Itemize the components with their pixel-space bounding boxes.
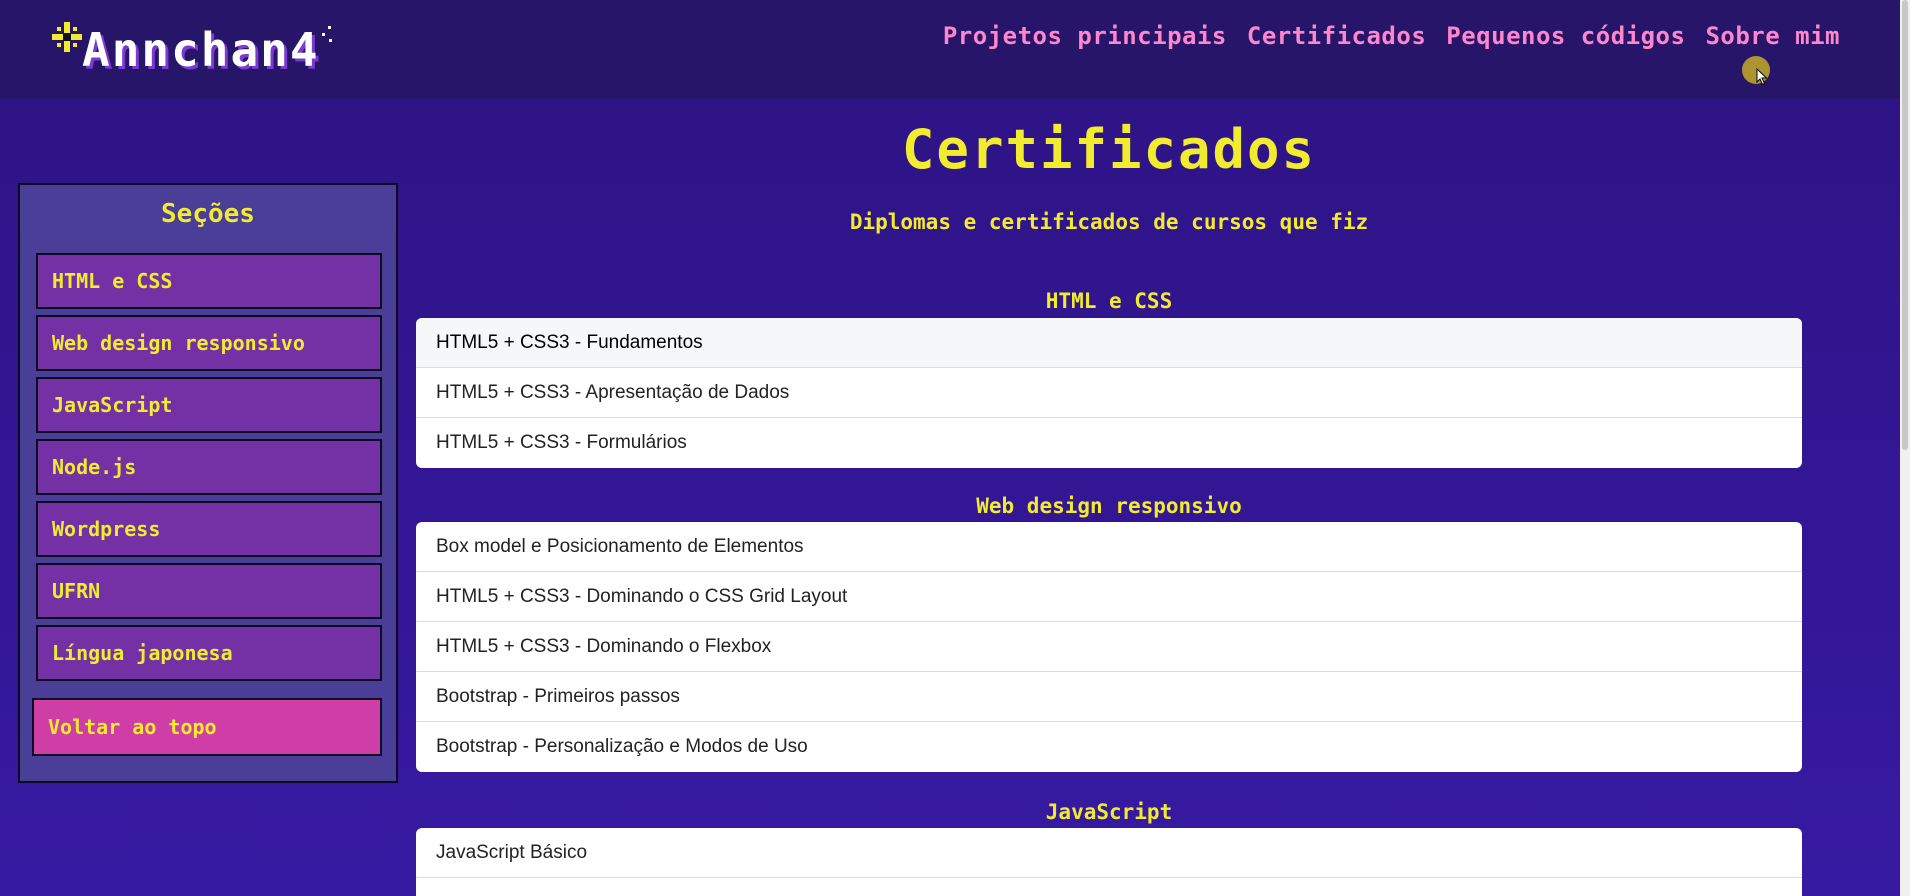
site-header: Annchan4 Projetos principais Certificado… (0, 0, 1900, 99)
cert-list-javascript: JavaScript Básico (416, 828, 1802, 896)
sidebar-title: Seções (161, 199, 255, 229)
page-title: Certificados (901, 118, 1317, 181)
main-nav: Projetos principais Certificados Pequeno… (943, 22, 1840, 50)
list-item[interactable]: Bootstrap - Primeiros passos (416, 672, 1802, 722)
sidebar-item-wordpress[interactable]: Wordpress (36, 501, 382, 557)
section-heading-html-css: HTML e CSS (1045, 289, 1173, 313)
sparkle-dots-icon (321, 26, 332, 42)
logo-text: Annchan4 (82, 23, 320, 77)
list-item[interactable]: Box model e Posicionamento de Elementos (416, 522, 1802, 572)
site-logo[interactable]: Annchan4 (48, 22, 332, 78)
sparkle-star-icon (52, 22, 82, 52)
cert-list-html-css: HTML5 + CSS3 - Fundamentos HTML5 + CSS3 … (416, 318, 1802, 468)
list-item[interactable]: HTML5 + CSS3 - Dominando o Flexbox (416, 622, 1802, 672)
list-item[interactable]: HTML5 + CSS3 - Apresentação de Dados (416, 368, 1802, 418)
sections-sidebar: Seções HTML e CSS Web design responsivo … (18, 183, 398, 783)
mouse-pointer-icon (1756, 68, 1768, 86)
nav-sobre-mim[interactable]: Sobre mim (1705, 22, 1840, 50)
sidebar-item-html-css[interactable]: HTML e CSS (36, 253, 382, 309)
nav-projetos-principais[interactable]: Projetos principais (943, 22, 1227, 50)
sidebar-item-web-design-responsivo[interactable]: Web design responsivo (36, 315, 382, 371)
nav-pequenos-codigos[interactable]: Pequenos códigos (1446, 22, 1685, 50)
page-scrollbar[interactable] (1900, 0, 1910, 896)
page-subtitle: Diplomas e certificados de cursos que fi… (849, 210, 1369, 234)
sidebar-item-javascript[interactable]: JavaScript (36, 377, 382, 433)
sidebar-item-ufrn[interactable]: UFRN (36, 563, 382, 619)
list-item[interactable]: HTML5 + CSS3 - Formulários (416, 418, 1802, 468)
nav-certificados[interactable]: Certificados (1247, 22, 1426, 50)
sidebar-list: HTML e CSS Web design responsivo JavaScr… (36, 253, 382, 687)
back-to-top-button[interactable]: Voltar ao topo (32, 698, 382, 756)
list-item[interactable]: JavaScript Básico (416, 828, 1802, 878)
list-item[interactable]: HTML5 + CSS3 - Fundamentos (416, 318, 1802, 368)
sidebar-item-nodejs[interactable]: Node.js (36, 439, 382, 495)
list-item[interactable]: Bootstrap - Personalização e Modos de Us… (416, 722, 1802, 772)
cert-list-web-design-responsivo: Box model e Posicionamento de Elementos … (416, 522, 1802, 772)
section-heading-web-design-responsivo: Web design responsivo (976, 494, 1242, 518)
list-item[interactable]: HTML5 + CSS3 - Dominando o CSS Grid Layo… (416, 572, 1802, 622)
sidebar-item-lingua-japonesa[interactable]: Língua japonesa (36, 625, 382, 681)
section-heading-javascript: JavaScript (1045, 800, 1173, 824)
scrollbar-thumb[interactable] (1902, 0, 1908, 450)
